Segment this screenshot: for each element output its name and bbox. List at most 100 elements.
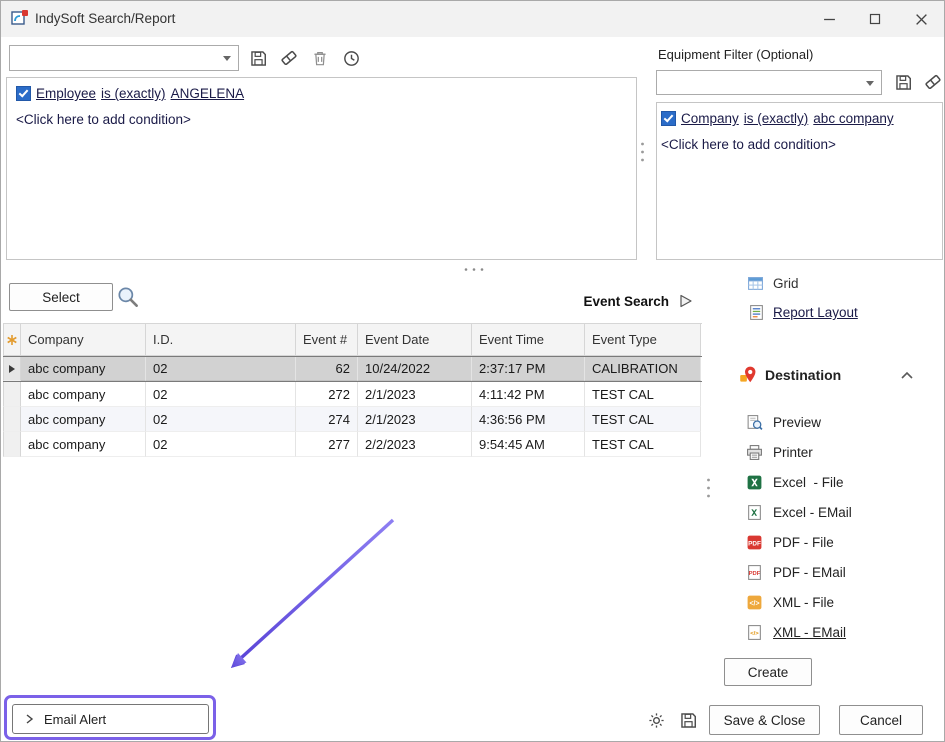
cell-event-time[interactable]: 2:37:17 PM bbox=[472, 357, 585, 381]
save-close-button[interactable]: Save & Close bbox=[709, 705, 820, 735]
cell-id[interactable]: 02 bbox=[146, 357, 296, 381]
vertical-grip-icon[interactable] bbox=[706, 477, 711, 499]
close-button[interactable] bbox=[898, 1, 944, 37]
destination-label: XML - EMail bbox=[773, 625, 846, 640]
cell-event-type[interactable]: TEST CAL bbox=[585, 432, 701, 457]
table-row[interactable]: abc company 02 274 2/1/2023 4:36:56 PM T… bbox=[3, 407, 702, 432]
cell-event-number[interactable]: 274 bbox=[296, 407, 358, 432]
maximize-button[interactable] bbox=[852, 1, 898, 37]
save-layout-icon[interactable] bbox=[677, 709, 699, 731]
table-row[interactable]: abc company 02 277 2/2/2023 9:54:45 AM T… bbox=[3, 432, 702, 457]
cell-company[interactable]: abc company bbox=[21, 357, 146, 381]
delete-search-icon[interactable] bbox=[309, 47, 331, 69]
title-bar: IndySoft Search/Report bbox=[1, 1, 944, 37]
destination-excel-file[interactable]: Excel - File bbox=[746, 472, 852, 492]
cell-event-date[interactable]: 2/2/2023 bbox=[358, 432, 472, 457]
cell-event-date[interactable]: 2/1/2023 bbox=[358, 382, 472, 407]
destination-pdf-file[interactable]: PDF PDF - File bbox=[746, 532, 852, 552]
company-condition-checkbox[interactable] bbox=[661, 111, 676, 126]
destination-excel-email[interactable]: Excel - EMail bbox=[746, 502, 852, 522]
svg-text:PDF: PDF bbox=[749, 571, 761, 577]
save-search-icon[interactable] bbox=[247, 47, 269, 69]
destination-printer[interactable]: Printer bbox=[746, 442, 852, 462]
destination-preview[interactable]: Preview bbox=[746, 412, 852, 432]
destination-pdf-email[interactable]: PDF PDF - EMail bbox=[746, 562, 852, 582]
email-alert-highlight: Email Alert bbox=[4, 695, 216, 740]
cell-event-type[interactable]: TEST CAL bbox=[585, 407, 701, 432]
equipment-filter-label: Equipment Filter (Optional) bbox=[658, 47, 813, 62]
employee-condition-checkbox[interactable] bbox=[16, 86, 31, 101]
preview-icon bbox=[746, 414, 763, 431]
horizontal-grip-icon[interactable] bbox=[463, 267, 485, 272]
table-row[interactable]: abc company 02 272 2/1/2023 4:11:42 PM T… bbox=[3, 382, 702, 407]
collapse-chevron-icon[interactable] bbox=[900, 371, 914, 380]
cell-company[interactable]: abc company bbox=[21, 382, 146, 407]
app-icon bbox=[11, 9, 29, 27]
cell-id[interactable]: 02 bbox=[146, 407, 296, 432]
cell-event-date[interactable]: 2/1/2023 bbox=[358, 407, 472, 432]
column-header-id[interactable]: I.D. bbox=[146, 324, 296, 356]
condition-operator-link[interactable]: is (exactly) bbox=[101, 86, 166, 101]
destination-header[interactable]: Destination bbox=[738, 365, 841, 385]
column-header-event-date[interactable]: Event Date bbox=[358, 324, 472, 356]
sidebar-item-grid[interactable]: Grid bbox=[747, 275, 799, 292]
destination-xml-file[interactable]: </> XML - File bbox=[746, 592, 852, 612]
annotation-arrow bbox=[216, 506, 401, 678]
minimize-button[interactable] bbox=[806, 1, 852, 37]
condition-value-link[interactable]: ANGELENA bbox=[171, 86, 245, 101]
create-button[interactable]: Create bbox=[724, 658, 812, 686]
cell-event-type[interactable]: CALIBRATION bbox=[585, 357, 701, 381]
settings-gear-icon[interactable] bbox=[645, 709, 667, 731]
table-row[interactable]: abc company 02 62 10/24/2022 2:37:17 PM … bbox=[3, 356, 702, 382]
printer-icon bbox=[746, 444, 763, 461]
history-icon[interactable] bbox=[340, 47, 362, 69]
filter-asterisk-icon[interactable] bbox=[3, 324, 21, 356]
cell-event-number[interactable]: 62 bbox=[296, 357, 358, 381]
destination-xml-email[interactable]: </> XML - EMail bbox=[746, 622, 852, 642]
cell-event-type[interactable]: TEST CAL bbox=[585, 382, 701, 407]
cancel-button[interactable]: Cancel bbox=[839, 705, 923, 735]
save-filter-icon[interactable] bbox=[892, 71, 914, 93]
cell-event-number[interactable]: 272 bbox=[296, 382, 358, 407]
select-button[interactable]: Select bbox=[9, 283, 113, 311]
cell-company[interactable]: abc company bbox=[21, 407, 146, 432]
condition-operator-link[interactable]: is (exactly) bbox=[744, 111, 809, 126]
cell-id[interactable]: 02 bbox=[146, 382, 296, 407]
cell-event-time[interactable]: 4:36:56 PM bbox=[472, 407, 585, 432]
chevron-down-icon bbox=[866, 81, 874, 86]
column-header-event-number[interactable]: Event # bbox=[296, 324, 358, 356]
event-condition-row: Employee is (exactly) ANGELENA bbox=[16, 86, 244, 101]
sidebar-item-report-layout[interactable]: Report Layout bbox=[749, 304, 858, 321]
equipment-filter-combo[interactable] bbox=[656, 70, 882, 95]
window-title: IndySoft Search/Report bbox=[35, 11, 175, 26]
event-conditions-panel: Employee is (exactly) ANGELENA <Click he… bbox=[6, 77, 637, 260]
equipment-condition-row: Company is (exactly) abc company bbox=[661, 111, 894, 126]
condition-field-link[interactable]: Company bbox=[681, 111, 739, 126]
destination-label: Printer bbox=[773, 445, 813, 460]
cell-company[interactable]: abc company bbox=[21, 432, 146, 457]
destination-label: XML - File bbox=[773, 595, 834, 610]
equipment-filter-value bbox=[661, 74, 863, 91]
column-header-event-time[interactable]: Event Time bbox=[472, 324, 585, 356]
xml-file-icon: </> bbox=[746, 594, 763, 611]
email-alert-expander[interactable]: Email Alert bbox=[12, 704, 209, 734]
search-icon[interactable] bbox=[115, 284, 141, 310]
clear-search-icon[interactable] bbox=[278, 47, 300, 69]
cell-event-number[interactable]: 277 bbox=[296, 432, 358, 457]
vertical-grip-icon[interactable] bbox=[640, 141, 645, 163]
cell-id[interactable]: 02 bbox=[146, 432, 296, 457]
cell-event-time[interactable]: 9:54:45 AM bbox=[472, 432, 585, 457]
cell-event-time[interactable]: 4:11:42 PM bbox=[472, 382, 585, 407]
condition-field-link[interactable]: Employee bbox=[36, 86, 96, 101]
column-header-company[interactable]: Company bbox=[21, 324, 146, 356]
add-condition-link[interactable]: <Click here to add condition> bbox=[16, 112, 191, 127]
grid-item-label: Grid bbox=[773, 276, 799, 291]
play-icon[interactable] bbox=[678, 293, 694, 309]
column-header-event-type[interactable]: Event Type bbox=[585, 324, 701, 356]
condition-value-link[interactable]: abc company bbox=[813, 111, 893, 126]
add-condition-link[interactable]: <Click here to add condition> bbox=[661, 137, 836, 152]
pdf-file-icon: PDF bbox=[746, 534, 763, 551]
saved-search-combo[interactable] bbox=[9, 45, 239, 71]
cell-event-date[interactable]: 10/24/2022 bbox=[358, 357, 472, 381]
clear-filter-icon[interactable] bbox=[922, 71, 944, 93]
